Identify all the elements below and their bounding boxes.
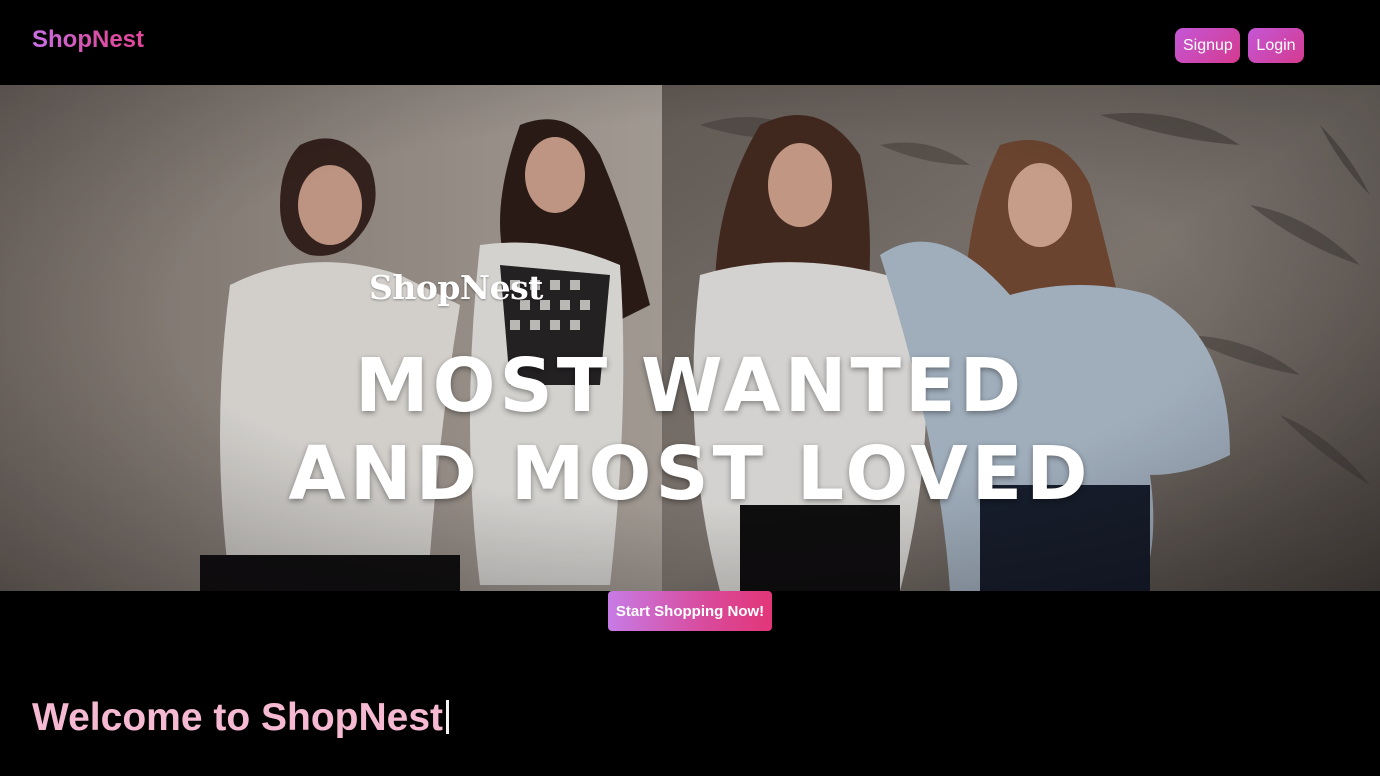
hero-logo-text: ShopNest — [369, 268, 543, 307]
typing-cursor — [446, 700, 450, 734]
signup-button[interactable]: Signup — [1175, 28, 1240, 63]
hero-headline-line-2: AND MOST LOVED — [288, 431, 1092, 517]
hero-headline-line-1: MOST WANTED — [354, 343, 1026, 429]
login-button[interactable]: Login — [1248, 28, 1304, 63]
brand-logo[interactable]: ShopNest — [32, 26, 144, 54]
welcome-heading: Welcome to ShopNest — [32, 695, 450, 741]
welcome-text: Welcome to ShopNest — [32, 696, 444, 739]
start-shopping-button[interactable]: Start Shopping Now! — [608, 591, 772, 631]
navbar: ShopNest Signup Login — [0, 0, 1380, 85]
hero-banner: ShopNest MOST WANTED AND MOST LOVED — [0, 85, 1380, 591]
